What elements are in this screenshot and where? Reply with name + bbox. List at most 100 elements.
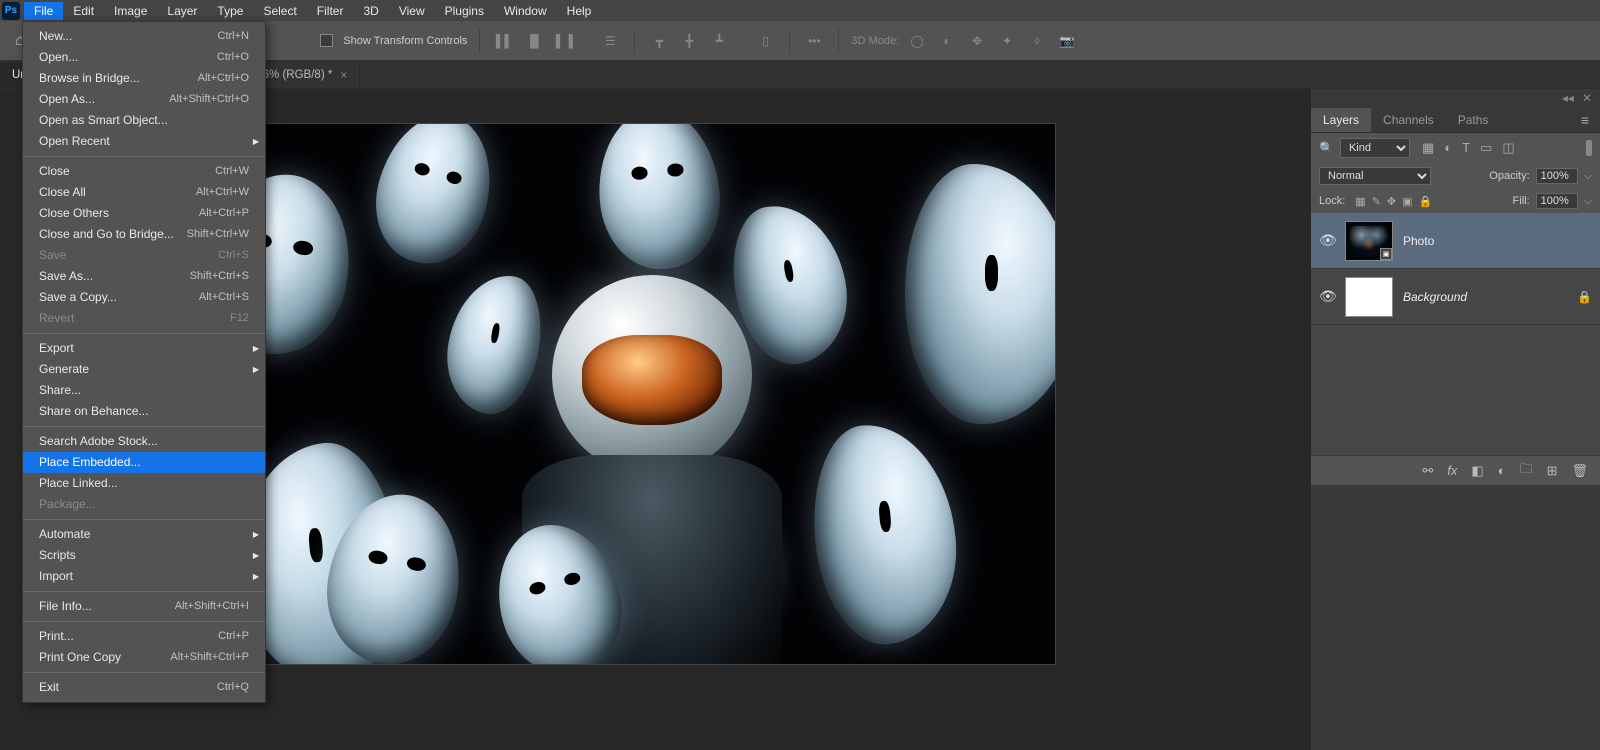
layer-group-icon[interactable]: 🗀 [1520, 460, 1533, 482]
lock-position-icon[interactable]: ✥ [1387, 195, 1396, 208]
3d-camera-icon[interactable]: 📷 [1055, 29, 1079, 53]
file-menu-open-recent[interactable]: Open Recent [23, 131, 265, 152]
align-middle-icon[interactable]: ╋ [677, 29, 701, 53]
file-menu-print[interactable]: Print...Ctrl+P [23, 626, 265, 647]
layer-filter-kind-select[interactable]: Kind [1340, 138, 1410, 158]
file-menu-generate[interactable]: Generate [23, 359, 265, 380]
file-menu-share[interactable]: Share... [23, 380, 265, 401]
adjustment-layer-icon[interactable]: ◐ [1498, 463, 1506, 478]
more-options-icon[interactable]: ••• [802, 29, 826, 53]
align-right-icon[interactable]: ▌▐ [552, 29, 576, 53]
align-top-icon[interactable]: ┳ [647, 29, 671, 53]
layer-row[interactable]: 👁 Background 🔒 [1311, 269, 1600, 325]
show-transform-checkbox[interactable] [320, 34, 333, 47]
layer-name-label[interactable]: Background [1403, 290, 1467, 304]
menu-filter[interactable]: Filter [307, 2, 354, 20]
menu-plugins[interactable]: Plugins [435, 2, 494, 20]
align-bottom-icon[interactable]: ┻ [707, 29, 731, 53]
file-menu-save-a-copy[interactable]: Save a Copy...Alt+Ctrl+S [23, 287, 265, 308]
file-menu-close[interactable]: CloseCtrl+W [23, 161, 265, 182]
layer-row[interactable]: 👁 ▣ Photo [1311, 213, 1600, 269]
layers-panel-tabs: LayersChannelsPaths ≡ [1311, 107, 1600, 133]
3d-pan-icon[interactable]: ✥ [965, 29, 989, 53]
fill-input[interactable] [1536, 193, 1578, 209]
layer-list-empty-area[interactable] [1311, 325, 1600, 455]
file-menu-new[interactable]: New...Ctrl+N [23, 26, 265, 47]
layer-fx-icon[interactable]: fx [1447, 463, 1457, 478]
file-menu-close-all[interactable]: Close AllAlt+Ctrl+W [23, 182, 265, 203]
menu-window[interactable]: Window [494, 2, 557, 20]
file-menu-place-embedded[interactable]: Place Embedded... [23, 452, 265, 473]
layer-thumbnail[interactable] [1345, 277, 1393, 317]
lock-artboard-icon[interactable]: ▣ [1402, 195, 1412, 208]
file-menu-close-others[interactable]: Close OthersAlt+Ctrl+P [23, 203, 265, 224]
lock-transparent-icon[interactable]: ▦ [1355, 195, 1365, 208]
fill-dropdown-icon[interactable]: ⌵ [1584, 195, 1592, 208]
file-menu-scripts[interactable]: Scripts [23, 545, 265, 566]
file-menu-file-info[interactable]: File Info...Alt+Shift+Ctrl+I [23, 596, 265, 617]
file-menu-place-linked[interactable]: Place Linked... [23, 473, 265, 494]
file-menu-search-adobe-stock[interactable]: Search Adobe Stock... [23, 431, 265, 452]
panel-tab-channels[interactable]: Channels [1371, 108, 1446, 132]
link-layers-icon[interactable]: ⚯ [1422, 463, 1433, 479]
menu-file[interactable]: File [24, 2, 63, 20]
new-layer-icon[interactable]: ⊞ [1547, 463, 1558, 479]
panel-tab-layers[interactable]: Layers [1311, 108, 1371, 132]
distribute-icon[interactable]: ☰ [598, 29, 622, 53]
3d-orbit-icon[interactable]: ◯ [905, 29, 929, 53]
panel-menu-icon[interactable]: ≡ [1571, 112, 1600, 128]
menu-view[interactable]: View [389, 2, 435, 20]
menu-layer[interactable]: Layer [157, 2, 207, 20]
file-menu-share-on-behance[interactable]: Share on Behance... [23, 401, 265, 422]
panel-tab-paths[interactable]: Paths [1446, 108, 1501, 132]
file-menu-import[interactable]: Import [23, 566, 265, 587]
filter-type-icon[interactable]: T [1462, 140, 1470, 156]
filter-toggle[interactable] [1586, 140, 1592, 156]
layer-lock-icon[interactable]: 🔒 [1577, 290, 1592, 304]
lock-pixels-icon[interactable]: ✎ [1372, 195, 1381, 208]
close-tab-icon[interactable]: × [340, 68, 347, 82]
file-menu-open[interactable]: Open...Ctrl+O [23, 47, 265, 68]
menu-help[interactable]: Help [557, 2, 602, 20]
file-menu-open-as[interactable]: Open As...Alt+Shift+Ctrl+O [23, 89, 265, 110]
layer-thumbnail[interactable]: ▣ [1345, 221, 1393, 261]
file-menu-automate[interactable]: Automate [23, 524, 265, 545]
layer-visibility-icon[interactable]: 👁 [1319, 232, 1335, 249]
document-canvas[interactable] [249, 124, 1055, 664]
3d-slide-icon[interactable]: ✦ [995, 29, 1019, 53]
file-menu-browse-in-bridge[interactable]: Browse in Bridge...Alt+Ctrl+O [23, 68, 265, 89]
file-menu-export[interactable]: Export [23, 338, 265, 359]
filter-smart-icon[interactable]: ◫ [1502, 140, 1514, 156]
file-menu-close-and-go-to-bridge[interactable]: Close and Go to Bridge...Shift+Ctrl+W [23, 224, 265, 245]
opacity-dropdown-icon[interactable]: ⌵ [1584, 170, 1592, 183]
delete-layer-icon[interactable]: 🗑 [1571, 463, 1588, 479]
menu-edit[interactable]: Edit [63, 2, 104, 20]
close-panel-group-icon[interactable]: ✕ [1582, 91, 1592, 105]
file-menu-exit[interactable]: ExitCtrl+Q [23, 677, 265, 698]
search-icon[interactable]: 🔍 [1319, 141, 1334, 155]
file-menu-save-as[interactable]: Save As...Shift+Ctrl+S [23, 266, 265, 287]
filter-adjust-icon[interactable]: ◐ [1444, 140, 1452, 156]
file-menu-revert: RevertF12 [23, 308, 265, 329]
menu-image[interactable]: Image [104, 2, 157, 20]
collapse-panels-icon[interactable]: ◂◂ [1562, 91, 1574, 105]
filter-shape-icon[interactable]: ▭ [1480, 140, 1492, 156]
align-left-icon[interactable]: ▌▌ [492, 29, 516, 53]
opacity-input[interactable] [1536, 168, 1578, 184]
layer-visibility-icon[interactable]: 👁 [1319, 288, 1335, 305]
menu-3d[interactable]: 3D [353, 2, 388, 20]
blend-mode-select[interactable]: Normal [1319, 167, 1431, 185]
opacity-label: Opacity: [1489, 170, 1529, 182]
layer-mask-icon[interactable]: ◧ [1471, 463, 1483, 479]
3d-roll-icon[interactable]: ◐ [935, 29, 959, 53]
menu-select[interactable]: Select [253, 2, 306, 20]
file-menu-print-one-copy[interactable]: Print One CopyAlt+Shift+Ctrl+P [23, 647, 265, 668]
align-center-h-icon[interactable]: ▐▌ [522, 29, 546, 53]
file-menu-open-as-smart-object[interactable]: Open as Smart Object... [23, 110, 265, 131]
distribute-v-icon[interactable]: ▯ [753, 29, 777, 53]
layer-name-label[interactable]: Photo [1403, 234, 1434, 248]
filter-pixel-icon[interactable]: ▦ [1422, 140, 1434, 156]
lock-all-icon[interactable]: 🔒 [1419, 195, 1433, 208]
3d-walk-icon[interactable]: ⬨ [1025, 29, 1049, 53]
menu-type[interactable]: Type [207, 2, 253, 20]
